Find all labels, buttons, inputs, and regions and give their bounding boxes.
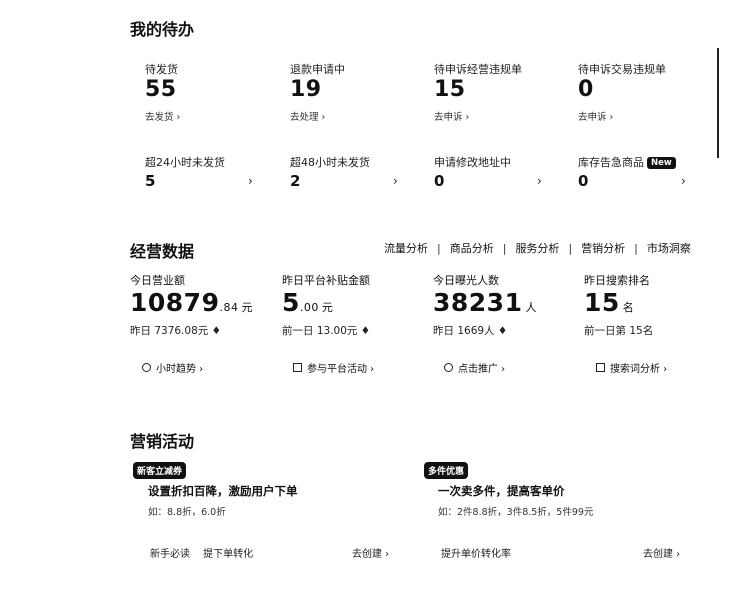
todo-item-link[interactable]: 去申诉 › bbox=[578, 109, 613, 123]
new-badge: New bbox=[647, 157, 676, 169]
tab-marketing[interactable]: 营销分析 bbox=[581, 240, 625, 256]
trend-icon: ♦ bbox=[497, 325, 508, 337]
row2-label: 超48小时未发货 bbox=[290, 156, 370, 169]
scrollbar-thumb[interactable] bbox=[717, 48, 719, 158]
tab-traffic[interactable]: 流量分析 bbox=[384, 240, 428, 256]
chevron-right-icon[interactable]: › bbox=[248, 174, 253, 188]
join-activity-button[interactable]: 参与平台活动 › bbox=[293, 360, 374, 375]
todo-item-value: 0 bbox=[578, 77, 594, 102]
metric-prev-text: 昨日 7376.08元 bbox=[130, 325, 209, 337]
trend-icon: ♦ bbox=[360, 325, 371, 337]
row2-label-wrap: 库存告急商品 New bbox=[578, 154, 676, 170]
todo-item-label: 待申诉经营违规单 bbox=[434, 63, 522, 76]
tab-divider: | bbox=[502, 241, 507, 255]
action-label: 搜索词分析 › bbox=[610, 364, 668, 375]
create-activity-button[interactable]: 去创建 › bbox=[352, 545, 389, 560]
row2-label: 库存告急商品 bbox=[578, 156, 644, 169]
todo-section-title: 我的待办 bbox=[130, 20, 195, 39]
metric-prev-text: 前一日 13.00元 bbox=[282, 325, 358, 337]
row2-label: 超24小时未发货 bbox=[145, 156, 225, 169]
metric-int: 10879 bbox=[130, 288, 220, 317]
create-activity-button[interactable]: 去创建 › bbox=[643, 545, 680, 560]
target-icon bbox=[444, 363, 453, 372]
tab-market[interactable]: 市场洞察 bbox=[647, 240, 691, 256]
metric-prev-text: 昨日 1669人 bbox=[433, 325, 495, 337]
chevron-right-icon[interactable]: › bbox=[537, 174, 542, 188]
search-icon bbox=[596, 363, 605, 372]
todo-item-value: 19 bbox=[290, 77, 322, 102]
hourly-trend-button[interactable]: 小时趋势 › bbox=[142, 360, 203, 375]
metric-label: 今日曝光人数 bbox=[433, 274, 499, 287]
activity-tag: 新客立减券 bbox=[133, 462, 187, 479]
metric-int: 5 bbox=[282, 288, 300, 317]
metric-prev: 前一日第 15名 bbox=[584, 325, 654, 337]
metric-prev: 前一日 13.00元 ♦ bbox=[282, 323, 370, 338]
chevron-right-icon[interactable]: › bbox=[681, 174, 686, 188]
metric-decimal: .00 bbox=[299, 301, 319, 314]
metric-value: 15 名 bbox=[584, 288, 634, 317]
metric-label: 昨日平台补贴金额 bbox=[282, 274, 370, 287]
promote-button[interactable]: 点击推广 › bbox=[444, 360, 505, 375]
todo-item-link[interactable]: 去申诉 › bbox=[434, 109, 469, 123]
tab-divider: | bbox=[437, 241, 441, 255]
metric-prev: 昨日 7376.08元 ♦ bbox=[130, 323, 221, 338]
tab-divider: | bbox=[634, 241, 638, 255]
activity-tag: 多件优惠 bbox=[424, 462, 469, 479]
metric-value: 38231 人 bbox=[433, 288, 537, 317]
activity-desc: 如：2件8.8折，3件8.5折，5件99元 bbox=[438, 507, 594, 518]
calendar-icon bbox=[293, 363, 302, 372]
activity-title: 设置折扣百降，激励用户下单 bbox=[148, 484, 298, 498]
trend-icon: ♦ bbox=[211, 325, 222, 337]
todo-item-link[interactable]: 去处理 › bbox=[290, 109, 325, 123]
todo-item-label: 待申诉交易违规单 bbox=[578, 63, 666, 76]
todo-item-label: 退款申请中 bbox=[290, 63, 345, 76]
activity-foot: 新手必读 提下单转化 bbox=[150, 549, 254, 560]
activity-foot: 提升单价转化率 bbox=[441, 549, 511, 560]
metric-value: 5.00 元 bbox=[282, 288, 333, 317]
tab-product[interactable]: 商品分析 bbox=[450, 240, 494, 256]
action-label: 点击推广 › bbox=[458, 364, 506, 375]
clock-icon bbox=[142, 363, 151, 372]
tab-divider: | bbox=[568, 241, 573, 255]
ops-tabs: 流量分析 | 商品分析 | 服务分析 | 营销分析 | 市场洞察 bbox=[384, 240, 691, 256]
metric-unit: 元 bbox=[241, 301, 253, 314]
row2-value: 0 bbox=[434, 172, 445, 190]
metric-label: 昨日搜索排名 bbox=[584, 274, 650, 287]
search-analysis-button[interactable]: 搜索词分析 › bbox=[596, 360, 667, 375]
metric-int: 38231 bbox=[433, 288, 523, 317]
metric-unit: 元 bbox=[321, 301, 334, 314]
metric-int: 15 bbox=[584, 288, 620, 317]
activity-desc: 如：8.8折，6.0折 bbox=[148, 507, 226, 518]
tab-service[interactable]: 服务分析 bbox=[515, 240, 559, 256]
chevron-right-icon[interactable]: › bbox=[393, 174, 398, 188]
metric-value: 10879.84 元 bbox=[130, 288, 253, 317]
row2-value: 0 bbox=[578, 172, 589, 190]
marketing-section-title: 营销活动 bbox=[130, 432, 195, 451]
metric-decimal: .84 bbox=[219, 301, 239, 314]
action-label: 参与平台活动 › bbox=[307, 364, 375, 375]
action-label: 小时趋势 › bbox=[156, 364, 204, 375]
todo-item-value: 15 bbox=[434, 77, 466, 102]
ops-section-title: 经营数据 bbox=[130, 242, 195, 261]
metric-unit: 人 bbox=[525, 301, 537, 314]
metric-prev: 昨日 1669人 ♦ bbox=[433, 323, 507, 338]
row2-label: 申请修改地址中 bbox=[434, 156, 511, 169]
todo-item-value: 55 bbox=[145, 77, 177, 102]
row2-value: 5 bbox=[145, 172, 156, 190]
metric-label: 今日营业额 bbox=[130, 274, 185, 287]
activity-title: 一次卖多件，提高客单价 bbox=[438, 484, 565, 498]
todo-item-label: 待发货 bbox=[145, 63, 178, 76]
row2-value: 2 bbox=[290, 172, 301, 190]
todo-item-link[interactable]: 去发货 › bbox=[145, 109, 180, 123]
metric-unit: 名 bbox=[622, 301, 635, 314]
